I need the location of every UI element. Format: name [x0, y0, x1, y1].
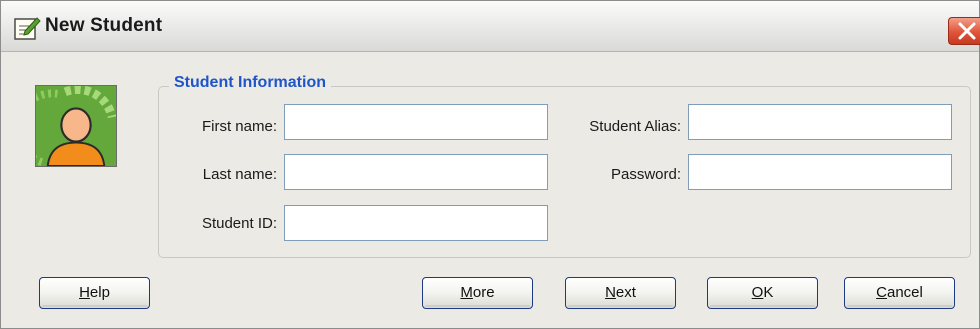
student-alias-field[interactable]	[688, 104, 952, 140]
password-field[interactable]	[688, 154, 952, 190]
close-button[interactable]	[948, 17, 980, 45]
cancel-mnemonic: C	[876, 284, 887, 301]
first-name-field[interactable]	[284, 104, 548, 140]
first-name-label: First name:	[201, 118, 277, 135]
ok-mnemonic: O	[751, 284, 764, 301]
more-button[interactable]: More	[422, 277, 533, 309]
student-avatar-icon	[35, 85, 117, 167]
cancel-button[interactable]: Cancel	[844, 277, 955, 309]
last-name-label: Last name:	[202, 166, 277, 183]
cancel-label: ancel	[886, 284, 923, 301]
window-title: New Student	[45, 15, 163, 36]
ok-label: K	[763, 284, 774, 301]
title-bar[interactable]: New Student	[1, 1, 980, 52]
help-label: elp	[89, 284, 110, 301]
student-id-label: Student ID:	[201, 215, 277, 232]
student-id-field[interactable]	[284, 205, 548, 241]
help-button[interactable]: Help	[39, 277, 150, 309]
group-title: Student Information	[169, 74, 331, 92]
last-name-field[interactable]	[284, 154, 548, 190]
close-icon	[958, 22, 976, 40]
next-mnemonic: N	[605, 284, 616, 301]
more-label: ore	[472, 284, 495, 301]
student-alias-label: Student Alias:	[589, 118, 681, 135]
next-label: ext	[615, 284, 636, 301]
help-mnemonic: H	[79, 284, 90, 301]
more-mnemonic: M	[460, 284, 473, 301]
password-label: Password:	[610, 166, 681, 183]
new-student-dialog: New Student Student Information First na…	[0, 0, 980, 329]
next-button[interactable]: Next	[565, 277, 676, 309]
edit-document-icon	[14, 17, 41, 40]
ok-button[interactable]: OK	[707, 277, 818, 309]
